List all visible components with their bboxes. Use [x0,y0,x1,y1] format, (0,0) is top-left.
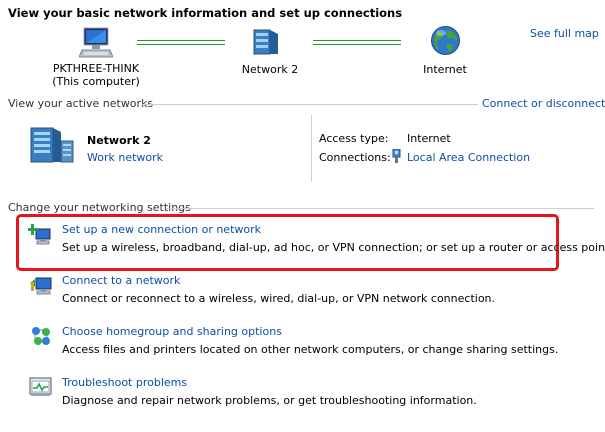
troubleshoot-link[interactable]: Troubleshoot problems [62,376,187,389]
network-icon [252,28,280,59]
troubleshoot-desc: Diagnose and repair network problems, or… [62,394,477,407]
troubleshoot-icon [29,376,53,401]
map-network-name: Network 2 [241,63,299,76]
connector-line-1 [137,40,225,45]
active-networks-label: View your active networks [8,97,154,110]
connector-line-2 [313,40,401,45]
connect-or-disconnect-link[interactable]: Connect or disconnect [482,97,605,110]
connect-to-network-link[interactable]: Connect to a network [62,274,180,287]
change-settings-label: Change your networking settings [8,201,191,214]
computer-sub-label: (This computer) [52,75,140,88]
divider [142,104,478,105]
connections-label: Connections: [319,151,391,164]
internet-globe-icon [430,25,461,59]
internet-label: Internet [423,63,467,76]
active-network-name: Network 2 [87,134,151,147]
computer-name: PKTHREE-THINK [52,62,140,75]
homegroup-icon [30,325,52,350]
page-title: View your basic network information and … [8,6,403,20]
access-type-value: Internet [407,132,451,145]
access-type-label: Access type: [319,132,389,145]
divider [166,208,594,209]
setup-connection-link[interactable]: Set up a new connection or network [62,223,261,236]
connect-network-icon [30,274,54,299]
work-network-link[interactable]: Work network [87,151,163,164]
connect-to-network-desc: Connect or reconnect to a wireless, wire… [62,292,496,305]
see-full-map-link[interactable]: See full map [530,27,599,40]
setup-connection-desc: Set up a wireless, broadband, dial-up, a… [62,241,605,254]
new-connection-icon [27,223,52,248]
vertical-divider [311,115,312,182]
homegroup-sharing-link[interactable]: Choose homegroup and sharing options [62,325,282,338]
homegroup-sharing-desc: Access files and printers located on oth… [62,343,559,356]
work-network-icon [25,125,75,168]
computer-icon [78,26,114,61]
local-area-connection-link[interactable]: Local Area Connection [407,151,530,164]
ethernet-icon [391,148,402,166]
